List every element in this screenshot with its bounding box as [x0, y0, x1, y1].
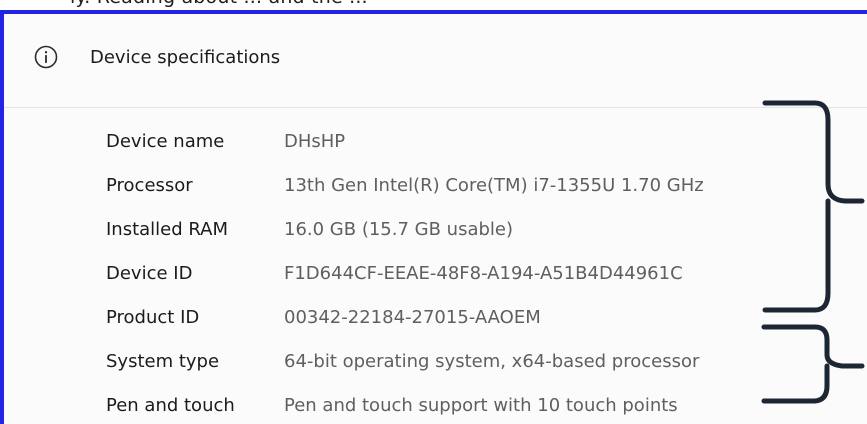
spec-row-installed-ram: Installed RAM 16.0 GB (15.7 GB usable)	[4, 219, 867, 253]
spec-value-processor[interactable]: 13th Gen Intel(R) Core(TM) i7-1355U 1.70…	[284, 175, 704, 196]
spec-row-device-id: Device ID F1D644CF-EEAE-48F8-A194-A51B4D…	[4, 263, 867, 297]
spec-value-installed-ram[interactable]: 16.0 GB (15.7 GB usable)	[284, 219, 513, 240]
spec-label-device-id: Device ID	[106, 263, 193, 284]
spec-row-system-type: System type 64-bit operating system, x64…	[4, 351, 867, 385]
device-spec-list: Device name DHsHP Processor 13th Gen Int…	[4, 14, 867, 424]
spec-value-product-id[interactable]: 00342-22184-27015-AAOEM	[284, 307, 541, 328]
spec-value-pen-and-touch[interactable]: Pen and touch support with 10 touch poin…	[284, 395, 678, 416]
spec-value-system-type[interactable]: 64-bit operating system, x64-based proce…	[284, 351, 699, 372]
spec-value-device-name[interactable]: DHsHP	[284, 131, 345, 152]
spec-label-processor: Processor	[106, 175, 193, 196]
spec-label-installed-ram: Installed RAM	[106, 219, 229, 240]
spec-row-device-name: Device name DHsHP	[4, 131, 867, 165]
spec-row-pen-and-touch: Pen and touch Pen and touch support with…	[4, 395, 867, 424]
spec-row-processor: Processor 13th Gen Intel(R) Core(TM) i7-…	[4, 175, 867, 209]
spec-label-system-type: System type	[106, 351, 220, 372]
screenshot-stage: ly. Reading about ... and the ... Device…	[0, 0, 867, 424]
spec-label-pen-and-touch: Pen and touch	[106, 395, 235, 416]
spec-value-device-id[interactable]: F1D644CF-EEAE-48F8-A194-A51B4D44961C	[284, 263, 683, 284]
spec-label-device-name: Device name	[106, 131, 225, 152]
device-specifications-panel: Device specifications Device name DHsHP …	[0, 10, 867, 424]
spec-label-product-id: Product ID	[106, 307, 200, 328]
spec-row-product-id: Product ID 00342-22184-27015-AAOEM	[4, 307, 867, 341]
partial-background-text: ly. Reading about ... and the ...	[70, 0, 368, 8]
